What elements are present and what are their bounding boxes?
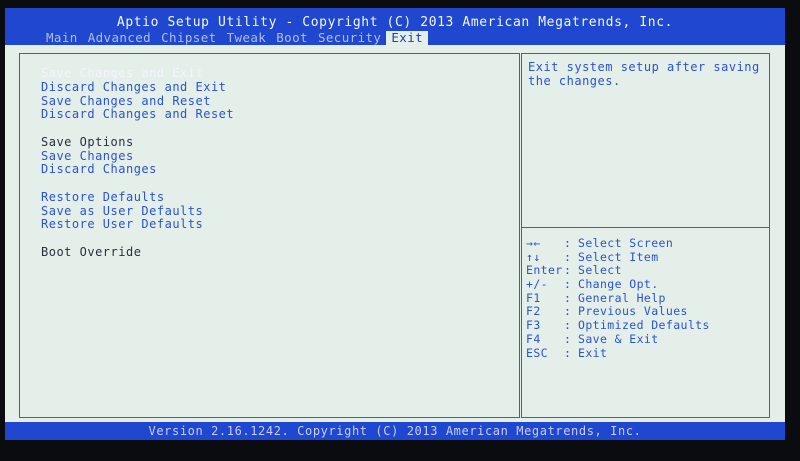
help-description: Exit system setup after saving the chang…: [528, 60, 760, 88]
restore-user-defaults-item[interactable]: Restore User Defaults: [41, 217, 203, 231]
key-row-save-exit: F4: Save & Exit: [526, 332, 659, 346]
discard-changes-and-exit-item[interactable]: Discard Changes and Exit: [41, 80, 226, 94]
key-description: Optimized Defaults: [578, 318, 710, 332]
tab-main[interactable]: Main: [41, 31, 83, 45]
key-separator: :: [564, 277, 572, 291]
key-label: ESC: [526, 346, 548, 360]
key-description: Select: [578, 263, 622, 277]
tab-boot[interactable]: Boot: [271, 31, 313, 45]
key-row-select-item: ↑↓: Select Item: [526, 250, 659, 264]
key-separator: :: [564, 346, 572, 360]
key-separator: :: [564, 250, 572, 264]
bios-screen: Aptio Setup Utility - Copyright (C) 2013…: [5, 8, 785, 440]
key-row-previous-values: F2: Previous Values: [526, 304, 688, 318]
key-row-select: Enter: Select: [526, 263, 622, 277]
key-separator: :: [564, 332, 572, 346]
key-separator: :: [564, 291, 572, 305]
title-bar: Aptio Setup Utility - Copyright (C) 2013…: [5, 8, 785, 45]
tab-security[interactable]: Security: [313, 31, 386, 45]
key-label: +/-: [526, 277, 548, 291]
save-options-header: Save Options: [41, 135, 134, 149]
help-divider: [522, 227, 769, 228]
key-label: F4: [526, 332, 541, 346]
key-separator: :: [564, 263, 572, 277]
key-label: Enter: [526, 263, 563, 277]
key-description: General Help: [578, 291, 666, 305]
save-changes-and-reset-item[interactable]: Save Changes and Reset: [41, 94, 211, 108]
tab-advanced[interactable]: Advanced: [83, 31, 156, 45]
save-changes-item[interactable]: Save Changes: [41, 149, 134, 163]
discard-changes-item[interactable]: Discard Changes: [41, 162, 157, 176]
arrow-up-down-icon: ↑↓: [526, 250, 541, 264]
key-row-optimized-defaults: F3: Optimized Defaults: [526, 318, 710, 332]
boot-override-header: Boot Override: [41, 245, 142, 259]
discard-changes-and-reset-item[interactable]: Discard Changes and Reset: [41, 107, 234, 121]
key-label: F1: [526, 291, 541, 305]
menu-pane: Save Changes and Exit Discard Changes an…: [19, 53, 520, 418]
key-description: Exit: [578, 346, 608, 360]
key-description: Select Screen: [578, 236, 674, 250]
key-label: F2: [526, 304, 541, 318]
key-separator: :: [564, 236, 572, 250]
tab-tweak[interactable]: Tweak: [222, 31, 272, 45]
key-row-exit: ESC: Exit: [526, 346, 607, 360]
arrow-left-right-icon: →←: [526, 236, 541, 250]
key-row-change-opt: +/-: Change Opt.: [526, 277, 659, 291]
status-bar: Version 2.16.1242. Copyright (C) 2013 Am…: [5, 422, 785, 440]
help-pane: Exit system setup after saving the chang…: [521, 53, 770, 418]
tab-exit[interactable]: Exit: [386, 31, 429, 45]
key-description: Save & Exit: [578, 332, 659, 346]
window-title: Aptio Setup Utility - Copyright (C) 2013…: [116, 15, 674, 30]
restore-defaults-item[interactable]: Restore Defaults: [41, 190, 165, 204]
key-row-general-help: F1: General Help: [526, 291, 666, 305]
key-description: Previous Values: [578, 304, 688, 318]
key-separator: :: [564, 304, 572, 318]
tab-chipset[interactable]: Chipset: [156, 31, 221, 45]
key-separator: :: [564, 318, 572, 332]
key-description: Change Opt.: [578, 277, 659, 291]
key-label: F3: [526, 318, 541, 332]
save-as-user-defaults-item[interactable]: Save as User Defaults: [41, 204, 203, 218]
version-text: Version 2.16.1242. Copyright (C) 2013 Am…: [148, 424, 642, 438]
save-changes-and-exit-item[interactable]: Save Changes and Exit: [41, 66, 203, 80]
key-description: Select Item: [578, 250, 659, 264]
key-row-select-screen: →←: Select Screen: [526, 236, 673, 250]
tab-bar: Main Advanced Chipset Tweak Boot Securit…: [41, 31, 429, 45]
